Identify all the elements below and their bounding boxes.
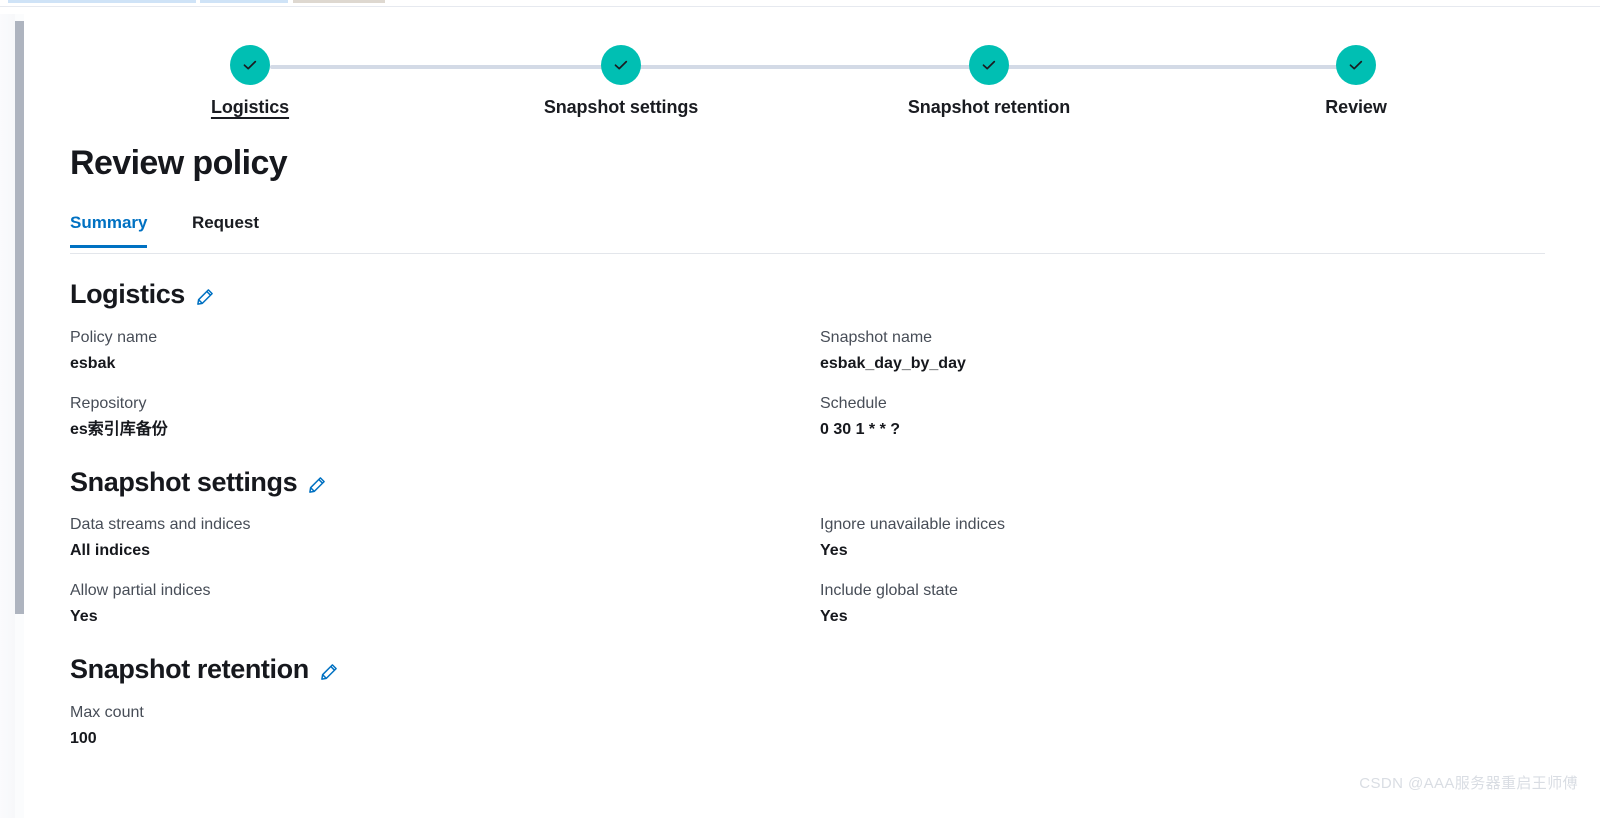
field-schedule: Schedule 0 30 1 * * ? — [820, 392, 1545, 442]
step-complete-check-icon — [969, 45, 1009, 85]
stepper-step-label: Snapshot settings — [543, 97, 699, 117]
page-scrollbar[interactable] — [0, 14, 25, 818]
field-snapshot-name: Snapshot name esbak_day_by_day — [820, 326, 1545, 376]
section-title: Snapshot settings — [70, 466, 298, 497]
wizard-stepper: Logistics Snapshot settings Snapshot ret… — [25, 35, 1545, 135]
field-policy-name: Policy name esbak — [70, 326, 820, 376]
review-body: Review policy Summary Request Logistics — [70, 144, 1545, 751]
field-data-streams-and-indices: Data streams and indices All indices — [70, 513, 820, 563]
field-ignore-unavailable-indices: Ignore unavailable indices Yes — [820, 513, 1545, 563]
tab-request[interactable]: Request — [192, 213, 259, 247]
field-value: All indices — [70, 542, 151, 560]
field-value: Yes — [820, 608, 848, 626]
field-label: Data streams and indices — [70, 516, 251, 534]
scrollbar-thumb[interactable] — [15, 21, 24, 614]
page-title: Review policy — [70, 144, 288, 182]
field-label: Snapshot name — [820, 328, 933, 346]
stepper-step-snapshot-settings[interactable]: Snapshot settings — [491, 35, 751, 118]
scrollbar-edge — [24, 14, 25, 818]
main-content: Logistics Snapshot settings Snapshot ret… — [25, 14, 1600, 818]
browser-tab-strip-1 — [8, 0, 196, 3]
field-label: Repository — [70, 394, 147, 412]
field-allow-partial-indices: Allow partial indices Yes — [70, 579, 820, 629]
field-value: esbak_day_by_day — [820, 354, 966, 372]
stepper-step-review[interactable]: Review — [1226, 35, 1486, 118]
section-header: Snapshot retention — [70, 655, 1545, 685]
section-snapshot-settings: Snapshot settings Data streams and indic… — [70, 466, 1545, 630]
field-label: Policy name — [70, 328, 158, 346]
stepper-step-snapshot-retention[interactable]: Snapshot retention — [859, 35, 1119, 118]
field-value: Yes — [70, 608, 98, 626]
step-complete-check-icon — [601, 45, 641, 85]
field-repository: Repository es索引库备份 — [70, 392, 820, 442]
field-value: 0 30 1 * * ? — [820, 420, 901, 438]
field-max-count: Max count 100 — [70, 701, 820, 751]
field-grid: Policy name esbak Snapshot name esbak_da… — [70, 326, 1545, 442]
pencil-icon[interactable] — [195, 287, 215, 307]
field-value: Yes — [820, 542, 848, 560]
section-header: Snapshot settings — [70, 466, 1545, 498]
section-header: Logistics — [70, 279, 1545, 310]
field-grid: Max count 100 — [70, 701, 1545, 751]
field-label: Schedule — [820, 394, 887, 412]
step-complete-check-icon — [1336, 45, 1376, 85]
page-frame: Logistics Snapshot settings Snapshot ret… — [0, 6, 1600, 818]
field-value: esbak — [70, 354, 116, 372]
field-grid: Data streams and indices All indices Ign… — [70, 513, 1545, 629]
stepper-step-label: Review — [1325, 97, 1387, 117]
field-label: Allow partial indices — [70, 582, 211, 600]
csdn-watermark: CSDN @AAA服务器重启王师傅 — [1359, 775, 1578, 792]
field-include-global-state: Include global state Yes — [820, 579, 1545, 629]
field-label: Ignore unavailable indices — [820, 516, 1006, 534]
section-logistics: Logistics Policy name esbak Snapshot nam… — [70, 279, 1545, 442]
section-title: Snapshot retention — [70, 654, 309, 685]
pencil-icon[interactable] — [307, 475, 327, 495]
section-snapshot-retention: Snapshot retention Max count 100 — [70, 655, 1545, 751]
stepper-step-logistics[interactable]: Logistics — [120, 35, 380, 118]
summary-request-tabs: Summary Request — [70, 213, 1545, 255]
field-value: es索引库备份 — [70, 420, 168, 438]
clipped-browser-chrome-strips — [0, 0, 1600, 6]
section-title: Logistics — [70, 279, 185, 310]
field-label: Include global state — [820, 582, 958, 600]
field-label: Max count — [70, 704, 144, 722]
browser-tab-strip-2 — [200, 0, 288, 3]
tab-summary[interactable]: Summary — [70, 213, 148, 249]
browser-tab-strip-3 — [293, 0, 385, 3]
stepper-step-label: Snapshot retention — [907, 97, 1071, 117]
stepper-step-label: Logistics — [210, 97, 290, 117]
pencil-icon[interactable] — [319, 662, 339, 682]
field-value: 100 — [70, 730, 97, 748]
step-complete-check-icon — [230, 45, 270, 85]
